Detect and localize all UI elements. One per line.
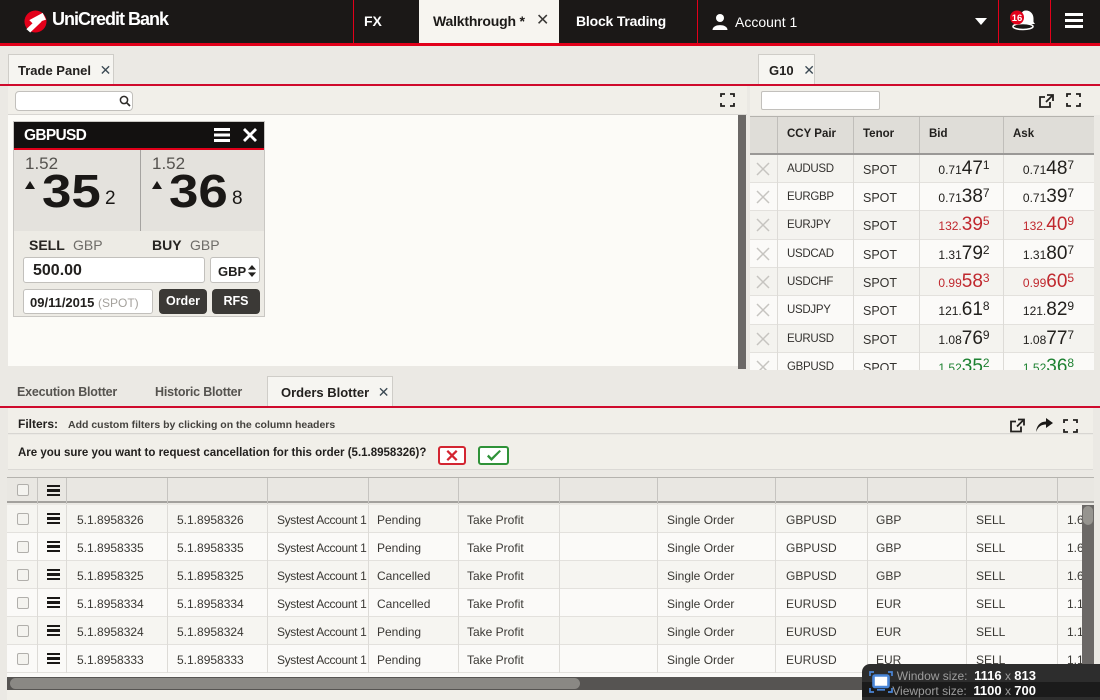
svg-text:16: 16 [1012,13,1023,24]
